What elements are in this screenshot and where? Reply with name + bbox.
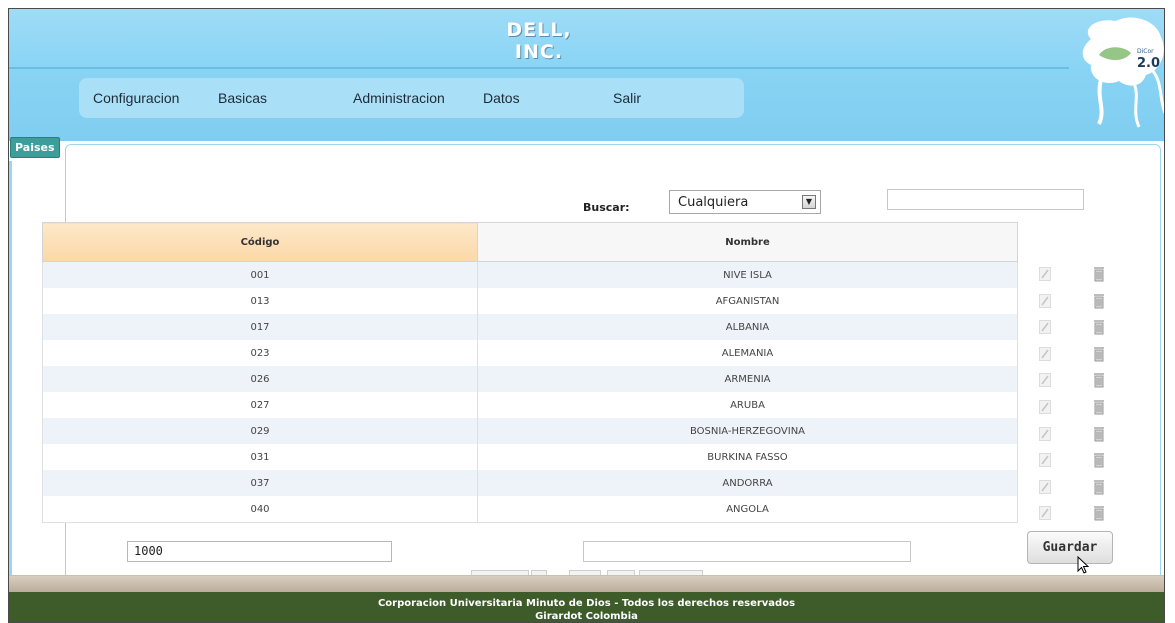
edit-icon[interactable] [1039, 373, 1051, 388]
edit-icon[interactable] [1039, 479, 1051, 494]
trash-icon[interactable] [1093, 293, 1105, 309]
main-nav: Configuracion Basicas Administracion Dat… [79, 78, 744, 118]
nav-item-basicas[interactable]: Basicas [218, 90, 267, 106]
search-field-value: Cualquiera [678, 195, 749, 210]
nav-item-administracion[interactable]: Administracion [353, 90, 445, 106]
cell-nombre: ALEMANIA [477, 340, 1018, 366]
cell-nombre: ANDORRA [477, 470, 1018, 496]
mouse-cursor-icon [1077, 556, 1089, 574]
trash-icon[interactable] [1093, 372, 1105, 388]
table-row[interactable]: 040 ANGOLA [42, 496, 1018, 523]
trash-icon[interactable] [1093, 399, 1105, 415]
cell-nombre: ARUBA [477, 392, 1018, 418]
trash-icon[interactable] [1093, 505, 1105, 521]
trash-icon[interactable] [1093, 452, 1105, 468]
table-row[interactable]: 029 BOSNIA-HERZEGOVINA [42, 418, 1018, 444]
chevron-down-icon[interactable]: ▼ [802, 195, 816, 209]
site-title: DELL, INC. [506, 19, 572, 63]
table-row[interactable]: 037 ANDORRA [42, 470, 1018, 496]
save-button[interactable]: Guardar [1027, 531, 1113, 564]
dicor-logo-icon: DiCor 2.0 [1082, 17, 1164, 128]
footer-line-1: Corporacion Universitaria Minuto de Dios… [377, 598, 796, 609]
paises-table: Código Nombre 001 NIVE ISLA 013 AFGANISTAN… [42, 222, 1018, 523]
footer-divider [9, 575, 1164, 593]
cell-nombre: BURKINA FASSO [477, 444, 1018, 470]
row-actions-item [1039, 422, 1129, 449]
panel-left-border [9, 161, 12, 591]
cell-codigo: 027 [42, 392, 478, 418]
search-label: Buscar: [583, 201, 630, 214]
trash-icon[interactable] [1093, 426, 1105, 442]
cell-codigo: 026 [42, 366, 478, 392]
search-field-select[interactable]: Cualquiera ▼ [669, 190, 821, 214]
cell-codigo: 031 [42, 444, 478, 470]
table-row[interactable]: 031 BURKINA FASSO [42, 444, 1018, 470]
trash-icon[interactable] [1093, 479, 1105, 495]
table-row[interactable]: 027 ARUBA [42, 392, 1018, 418]
cell-codigo: 023 [42, 340, 478, 366]
search-input[interactable] [887, 189, 1084, 210]
cell-nombre: BOSNIA-HERZEGOVINA [477, 418, 1018, 444]
table-row[interactable]: 013 AFGANISTAN [42, 288, 1018, 314]
row-actions-item [1039, 289, 1129, 316]
nav-item-datos[interactable]: Datos [483, 90, 520, 106]
edit-icon[interactable] [1039, 346, 1051, 361]
row-actions-item [1039, 368, 1129, 395]
svg-text:2.0: 2.0 [1137, 56, 1160, 71]
cell-codigo: 037 [42, 470, 478, 496]
cell-nombre: ANGOLA [477, 496, 1018, 523]
row-actions [1039, 262, 1129, 528]
row-actions-item [1039, 395, 1129, 422]
cell-nombre: AFGANISTAN [477, 288, 1018, 314]
site-footer: Corporacion Universitaria Minuto de Dios… [9, 592, 1164, 622]
edit-icon[interactable] [1039, 399, 1051, 414]
row-actions-item [1039, 262, 1129, 289]
trash-icon[interactable] [1093, 266, 1105, 282]
trash-icon[interactable] [1093, 346, 1105, 362]
edit-icon[interactable] [1039, 506, 1051, 521]
table-body: 001 NIVE ISLA 013 AFGANISTAN 017 ALBANIA 02… [42, 261, 1018, 523]
edit-icon[interactable] [1039, 293, 1051, 308]
cell-nombre: ARMENIA [477, 366, 1018, 392]
row-actions-item [1039, 315, 1129, 342]
svg-text:DiCor: DiCor [1137, 48, 1154, 55]
edit-icon[interactable] [1039, 453, 1051, 468]
row-actions-item [1039, 448, 1129, 475]
column-header-nombre[interactable]: Nombre [477, 222, 1018, 262]
nombre-input[interactable] [583, 541, 911, 562]
header-divider [9, 67, 1069, 69]
app-window: DELL, INC. DiCor 2.0 Configuracion Basic… [8, 8, 1165, 623]
trash-icon[interactable] [1093, 319, 1105, 335]
edit-icon[interactable] [1039, 320, 1051, 335]
cell-codigo: 029 [42, 418, 478, 444]
cell-nombre: ALBANIA [477, 314, 1018, 340]
row-actions-item [1039, 342, 1129, 369]
column-header-codigo[interactable]: Código [42, 222, 478, 262]
table-row[interactable]: 017 ALBANIA [42, 314, 1018, 340]
site-header: DELL, INC. DiCor 2.0 Configuracion Basic… [9, 9, 1164, 141]
table-row[interactable]: 001 NIVE ISLA [42, 261, 1018, 288]
cell-codigo: 017 [42, 314, 478, 340]
cell-nombre: NIVE ISLA [477, 261, 1018, 288]
edit-icon[interactable] [1039, 267, 1051, 281]
codigo-input[interactable]: 1000 [127, 541, 392, 562]
cell-codigo: 013 [42, 288, 478, 314]
nav-item-salir[interactable]: Salir [613, 90, 641, 106]
row-actions-item [1039, 475, 1129, 502]
cell-codigo: 040 [42, 496, 478, 523]
row-actions-item [1039, 501, 1129, 528]
edit-icon[interactable] [1039, 426, 1051, 441]
tab-paises[interactable]: Paises [10, 137, 60, 158]
table-row[interactable]: 023 ALEMANIA [42, 340, 1018, 366]
cell-codigo: 001 [42, 261, 478, 288]
nav-item-configuracion[interactable]: Configuracion [93, 90, 179, 106]
footer-line-2: Girardot Colombia [535, 611, 638, 622]
table-header-row: Código Nombre [42, 222, 1018, 262]
table-row[interactable]: 026 ARMENIA [42, 366, 1018, 392]
